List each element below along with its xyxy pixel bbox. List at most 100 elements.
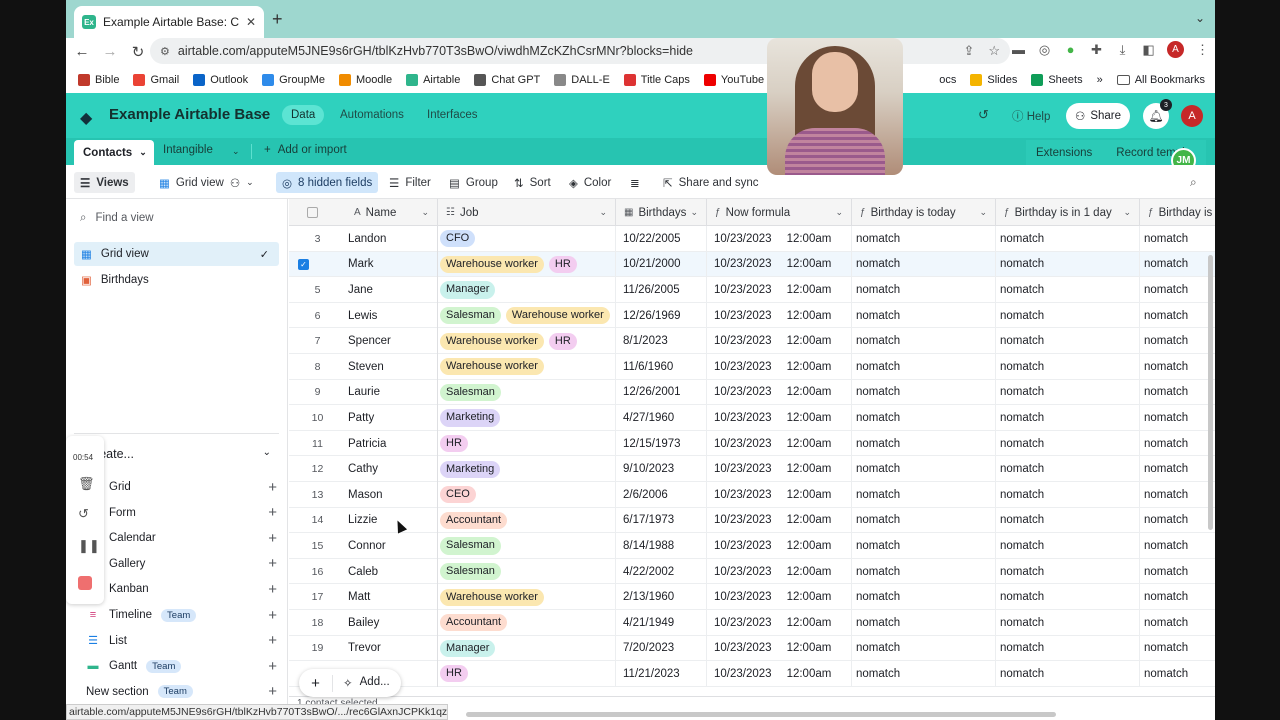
column-header-job[interactable]: ☷ Job ⌄ xyxy=(438,199,616,226)
create-view-gallery[interactable]: ▩Gallery+ xyxy=(86,553,277,575)
extension-icon[interactable]: ● xyxy=(1063,42,1078,57)
cell-birthday[interactable]: 2/13/1960 xyxy=(616,584,707,610)
cell-birthday-is-in[interactable]: nomatch xyxy=(1140,303,1215,329)
profile-avatar[interactable]: A xyxy=(1167,41,1184,58)
cell-birthday-today[interactable]: nomatch xyxy=(852,328,996,354)
delete-icon[interactable]: 🗑︎ xyxy=(78,476,95,492)
add-or-import-button[interactable]: + Add or import xyxy=(264,144,347,156)
cell-name[interactable]: Steven xyxy=(346,353,438,380)
cell-job[interactable]: Salesman xyxy=(438,379,616,406)
cell-birthday-today[interactable]: nomatch xyxy=(852,481,996,508)
cell-birthday-in-1-day[interactable]: nomatch xyxy=(996,558,1140,585)
cell-job[interactable]: Manager xyxy=(438,277,616,303)
cell-birthday-is-in[interactable]: nomatch xyxy=(1140,277,1215,303)
chevron-down-icon[interactable]: ⌄ xyxy=(263,447,271,461)
column-header-birthdays[interactable]: ▦ Birthdays ⌄ xyxy=(616,199,707,226)
cell-job[interactable]: CFO xyxy=(438,226,616,252)
browser-menu-icon[interactable]: ⋮ xyxy=(1195,42,1210,58)
nav-automations[interactable]: Automations xyxy=(331,105,413,125)
cell-name[interactable]: Connor xyxy=(346,533,438,559)
chevron-down-icon[interactable]: ⌄ xyxy=(690,207,698,218)
create-view-calendar[interactable]: ▣Calendar+ xyxy=(86,527,277,549)
extensions-button[interactable]: Extensions xyxy=(1036,147,1092,159)
download-icon[interactable]: ⤓ xyxy=(1115,42,1130,58)
cell-birthday-in-1-day[interactable]: nomatch xyxy=(996,456,1140,482)
chevron-down-icon[interactable]: ⌄ xyxy=(232,146,240,157)
group-button[interactable]: ▤ Group xyxy=(443,172,504,193)
airtable-logo-icon[interactable]: ◆ xyxy=(80,108,92,128)
table-row[interactable]: 12 Cathy Marketing 9/10/2023 10/23/2023 12:00… xyxy=(289,456,1215,482)
create-view-grid[interactable]: ▦Grid+ xyxy=(86,476,277,498)
cell-birthday-is-in[interactable]: nomatch xyxy=(1140,661,1215,687)
cell-name[interactable]: Patty xyxy=(346,405,438,431)
plus-icon[interactable]: + xyxy=(268,632,277,649)
cell-birthday-in-1-day[interactable]: nomatch xyxy=(996,353,1140,380)
cell-job[interactable]: Accountant xyxy=(438,609,616,636)
sort-button[interactable]: ⇅ Sort xyxy=(508,172,557,193)
bookmark-item[interactable]: Moodle xyxy=(338,74,392,86)
grid-view-switcher[interactable]: ▦ Grid view ⚇ ⌄ xyxy=(153,172,260,193)
cell-now-formula[interactable]: 10/23/2023 12:00am xyxy=(707,609,852,636)
sidebar-view-grid[interactable]: ▦ Grid view ✓ xyxy=(74,242,279,266)
cell-birthday-today[interactable]: nomatch xyxy=(852,353,996,380)
cell-birthday-in-1-day[interactable]: nomatch xyxy=(996,405,1140,431)
nav-interfaces[interactable]: Interfaces xyxy=(418,105,487,125)
cell-job[interactable]: Accountant xyxy=(438,507,616,534)
cell-birthday-today[interactable]: nomatch xyxy=(852,609,996,636)
create-view-form[interactable]: ▤Form+ xyxy=(86,502,277,524)
new-tab-icon[interactable]: + xyxy=(272,9,283,30)
cell-birthday-is-in[interactable]: nomatch xyxy=(1140,252,1215,278)
cell-job[interactable]: Warehouse worker HR xyxy=(438,328,616,354)
column-header-birthday-today[interactable]: ƒ Birthday is today ⌄ xyxy=(852,199,996,226)
cell-birthday[interactable]: 8/14/1988 xyxy=(616,533,707,559)
cell-birthday-is-in[interactable]: nomatch xyxy=(1140,482,1215,508)
cell-birthday[interactable]: 6/17/1973 xyxy=(616,507,707,534)
cell-name[interactable]: Patricia xyxy=(346,430,438,457)
extension-icon[interactable]: ◎ xyxy=(1037,42,1052,58)
horizontal-scrollbar[interactable] xyxy=(466,712,1056,717)
cell-birthday-today[interactable]: nomatch xyxy=(852,430,996,457)
cell-birthday[interactable]: 2/6/2006 xyxy=(616,481,707,508)
cell-birthday-is-in[interactable]: nomatch xyxy=(1140,405,1215,431)
cell-birthday-today[interactable]: nomatch xyxy=(852,379,996,406)
bookmark-item[interactable]: Gmail xyxy=(133,74,179,86)
cell-name[interactable]: Jane xyxy=(346,277,438,303)
history-icon[interactable]: ↺ xyxy=(978,107,989,123)
bookmark-star-icon[interactable]: ☆ xyxy=(988,43,1000,59)
plus-icon[interactable]: + xyxy=(268,504,277,521)
bookmark-item[interactable]: Title Caps xyxy=(623,74,690,86)
cell-birthday-in-1-day[interactable]: nomatch xyxy=(996,507,1140,534)
cell-birthday[interactable]: 12/26/2001 xyxy=(616,379,707,406)
cell-birthday-is-in[interactable]: nomatch xyxy=(1140,226,1215,252)
chevron-down-icon[interactable]: ⌄ xyxy=(421,207,429,218)
user-avatar[interactable]: A xyxy=(1181,105,1203,127)
cell-job[interactable]: Salesman Warehouse worker xyxy=(438,302,616,329)
table-row[interactable]: 13 Mason CEO 2/6/2006 10/23/2023 12:00am nomat… xyxy=(289,481,1215,508)
close-tab-icon[interactable]: ✕ xyxy=(246,15,256,29)
cell-birthday-today[interactable]: nomatch xyxy=(852,635,996,662)
chevron-down-icon[interactable]: ⌄ xyxy=(139,147,147,158)
cell-now-formula[interactable]: 10/23/2023 12:00am xyxy=(707,353,852,380)
plus-icon[interactable]: + xyxy=(268,658,277,675)
cell-birthday-today[interactable]: nomatch xyxy=(852,456,996,482)
table-row[interactable]: 7 Spencer Warehouse worker HR 8/1/2023 10/23/… xyxy=(289,328,1215,354)
bookmark-item[interactable]: DALL-E xyxy=(554,74,610,86)
cell-name[interactable]: Mason xyxy=(346,481,438,508)
cell-birthday-in-1-day[interactable]: nomatch xyxy=(996,481,1140,508)
sidebar-view-birthdays[interactable]: ▣ Birthdays xyxy=(74,268,279,292)
chevron-down-icon[interactable]: ⌄ xyxy=(979,207,987,218)
cell-birthday-in-1-day[interactable]: nomatch xyxy=(996,277,1140,303)
base-name[interactable]: Example Airtable Base xyxy=(109,106,270,123)
plus-icon[interactable]: + xyxy=(268,479,277,496)
bookmark-sheets[interactable]: Sheets xyxy=(1031,74,1083,86)
cell-birthday-today[interactable]: nomatch xyxy=(852,533,996,559)
table-row[interactable]: 11 Patricia HR 12/15/1973 10/23/2023 12:00am n… xyxy=(289,430,1215,457)
back-icon[interactable]: ← xyxy=(68,43,96,60)
cell-birthday-in-1-day[interactable]: nomatch xyxy=(996,251,1140,278)
cell-name[interactable]: Caleb xyxy=(346,558,438,585)
notifications-button[interactable]: 🔔︎ 3 xyxy=(1143,99,1172,129)
stop-icon[interactable] xyxy=(78,576,92,590)
cell-name[interactable]: Lewis xyxy=(346,302,438,329)
chevron-down-icon[interactable]: ⌄ xyxy=(835,207,843,218)
create-view-timeline[interactable]: ≡ Timeline Team + xyxy=(86,604,277,626)
